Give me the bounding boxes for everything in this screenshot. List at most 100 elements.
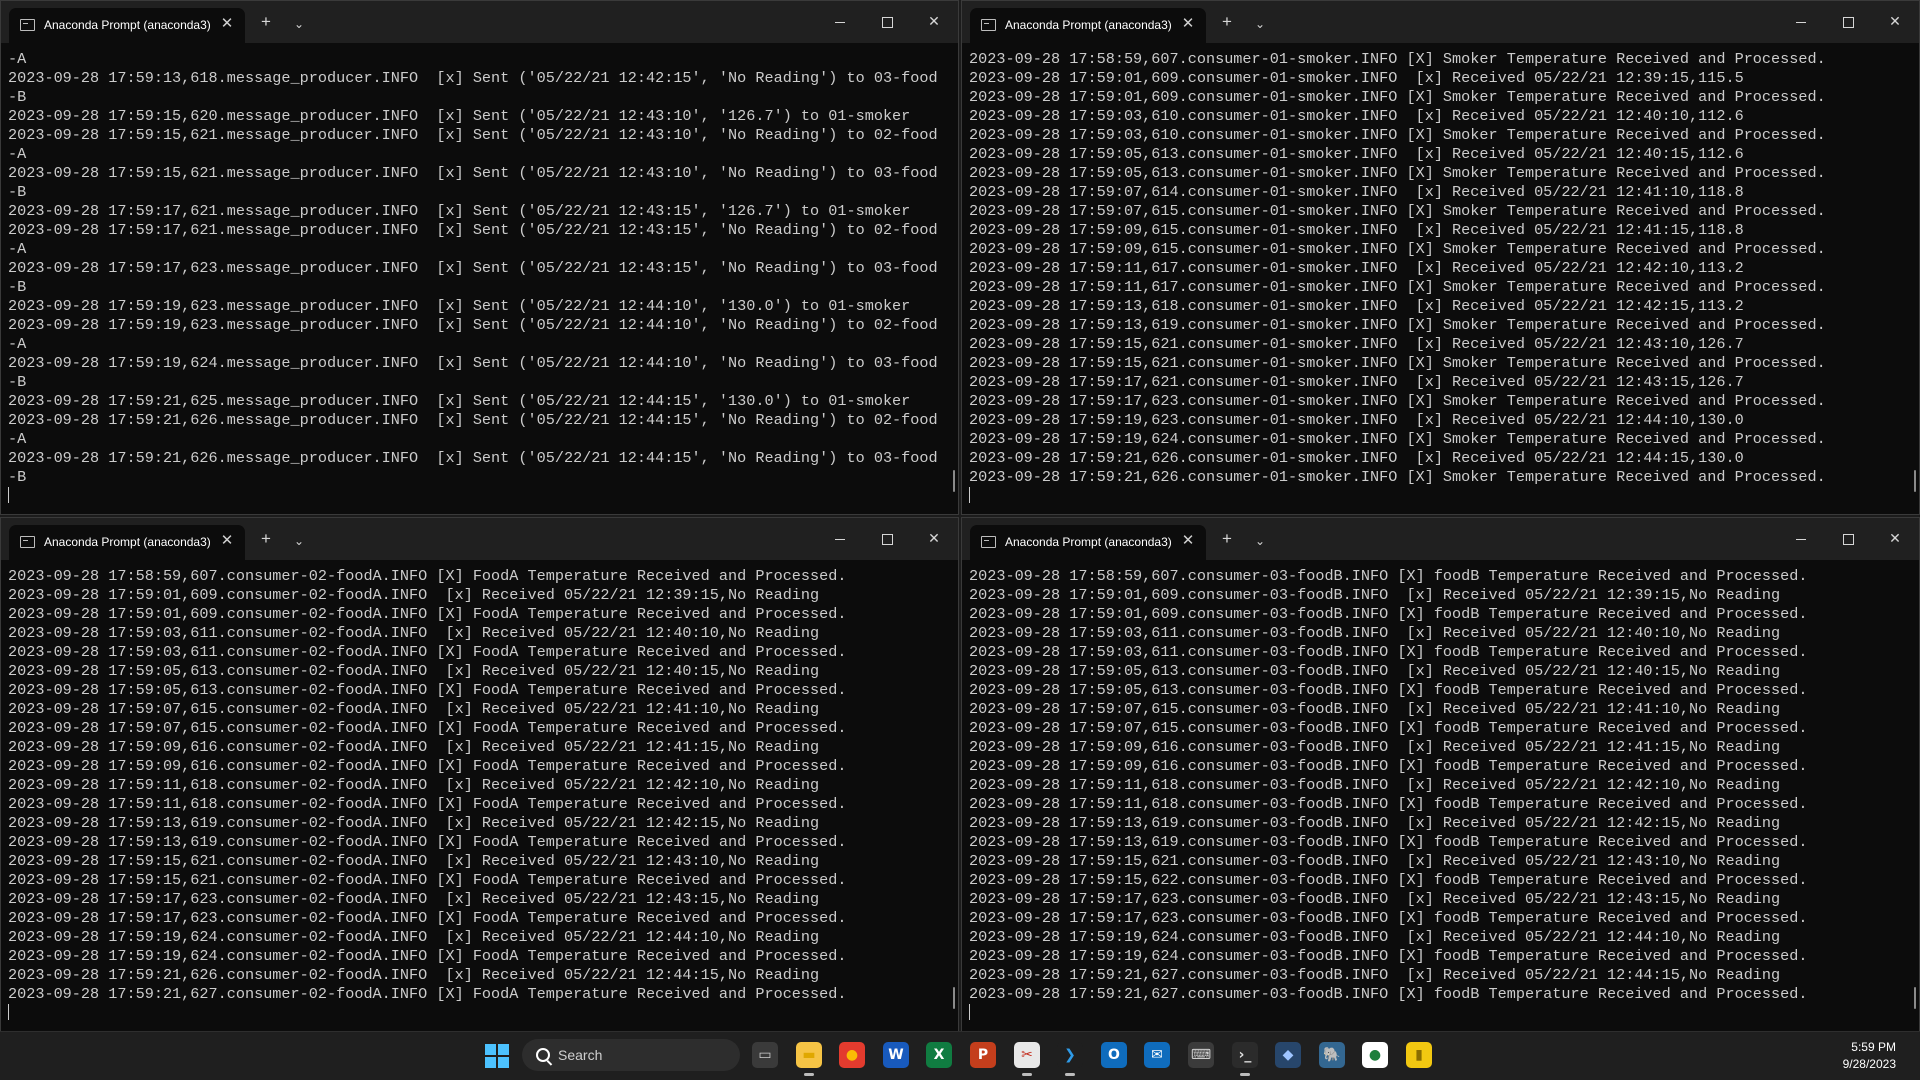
titlebar[interactable]: Anaconda Prompt (anaconda3) ✕ + ⌄ ✕ [1, 1, 958, 43]
minimize-button[interactable] [1783, 527, 1819, 549]
prompt-line [8, 487, 944, 506]
close-button[interactable]: ✕ [916, 10, 952, 32]
terminal-line: 2023-09-28 17:59:05,613.consumer-02-food… [8, 681, 847, 699]
terminal-line: 2023-09-28 17:59:01,609.consumer-03-food… [969, 605, 1808, 623]
terminal-line: 2023-09-28 17:59:15,621.message_producer… [8, 126, 938, 144]
terminal-line: 2023-09-28 17:59:09,615.consumer-01-smok… [969, 221, 1744, 239]
scrollbar[interactable] [949, 49, 955, 514]
terminal-line: 2023-09-28 17:59:19,624.consumer-02-food… [8, 947, 847, 965]
terminal-line: 2023-09-28 17:59:07,614.consumer-01-smok… [969, 183, 1744, 201]
tab-close-icon[interactable]: ✕ [1180, 532, 1196, 550]
network-icon[interactable]: ◆ [1275, 1042, 1301, 1068]
terminal-line: 2023-09-28 17:59:13,619.consumer-02-food… [8, 814, 820, 832]
terminal-line: -A [8, 430, 27, 448]
chevron-down-icon[interactable]: ⌄ [1249, 531, 1271, 551]
terminal-tab[interactable]: Anaconda Prompt (anaconda3) ✕ [970, 8, 1206, 43]
terminal-line: 2023-09-28 17:59:03,611.consumer-03-food… [969, 624, 1781, 642]
terminal-line: -A [8, 240, 27, 258]
terminal-window-smoker: Anaconda Prompt (anaconda3) ✕ + ⌄ ✕ 2023… [961, 0, 1920, 515]
terminal-tab[interactable]: Anaconda Prompt (anaconda3) ✕ [9, 525, 245, 560]
outlook-icon[interactable]: O [1101, 1042, 1127, 1068]
scrollbar-thumb[interactable] [953, 470, 955, 492]
maximize-button[interactable] [869, 527, 905, 549]
terminal-output[interactable]: -A 2023-09-28 17:59:13,618.message_produc… [8, 50, 944, 514]
close-button[interactable]: ✕ [916, 527, 952, 549]
maximize-button[interactable] [1830, 527, 1866, 549]
new-tab-icon[interactable]: + [255, 12, 277, 32]
close-button[interactable]: ✕ [1877, 527, 1913, 549]
scrollbar[interactable] [1910, 566, 1916, 1031]
terminal-tab[interactable]: Anaconda Prompt (anaconda3) ✕ [970, 525, 1206, 560]
terminal-line: 2023-09-28 17:59:05,613.consumer-02-food… [8, 662, 820, 680]
minimize-button[interactable] [1783, 10, 1819, 32]
terminal-line: 2023-09-28 17:59:07,615.consumer-03-food… [969, 719, 1808, 737]
minimize-button[interactable] [822, 527, 858, 549]
terminal-line: 2023-09-28 17:59:09,615.consumer-01-smok… [969, 240, 1826, 258]
excel-icon[interactable]: X [926, 1042, 952, 1068]
keyboard-icon[interactable]: ⌨ [1188, 1042, 1214, 1068]
terminal-line: 2023-09-28 17:59:17,623.consumer-02-food… [8, 909, 847, 927]
terminal-line: 2023-09-28 17:59:07,615.consumer-02-food… [8, 719, 847, 737]
powerpoint-icon[interactable]: P [970, 1042, 996, 1068]
file-explorer-icon[interactable]: ▬ [796, 1042, 822, 1076]
terminal-output[interactable]: 2023-09-28 17:58:59,607.consumer-02-food… [8, 567, 944, 1031]
terminal-line: 2023-09-28 17:59:21,626.consumer-01-smok… [969, 468, 1826, 486]
tab-close-icon[interactable]: ✕ [219, 15, 235, 33]
minimize-button[interactable] [822, 10, 858, 32]
new-tab-icon[interactable]: + [255, 529, 277, 549]
mail-icon[interactable]: ✉ [1144, 1042, 1170, 1068]
terminal-icon[interactable]: ›_ [1232, 1042, 1258, 1076]
tab-close-icon[interactable]: ✕ [1180, 15, 1196, 33]
scrollbar[interactable] [1910, 49, 1916, 514]
terminal-line: 2023-09-28 17:59:19,623.consumer-01-smok… [969, 411, 1744, 429]
terminal-icon [981, 19, 996, 31]
close-button[interactable]: ✕ [1877, 10, 1913, 32]
scrollbar[interactable] [949, 566, 955, 1031]
power-bi-icon[interactable]: ▮ [1406, 1042, 1432, 1068]
terminal-line: 2023-09-28 17:59:03,610.consumer-01-smok… [969, 126, 1826, 144]
terminal-line: 2023-09-28 17:59:03,611.consumer-02-food… [8, 624, 820, 642]
postgres-icon[interactable]: 🐘 [1319, 1042, 1345, 1068]
system-clock[interactable]: 5:59 PM 9/28/2023 [1843, 1039, 1896, 1073]
terminal-line: 2023-09-28 17:59:07,615.consumer-02-food… [8, 700, 820, 718]
scrollbar-thumb[interactable] [953, 987, 955, 1009]
titlebar[interactable]: Anaconda Prompt (anaconda3) ✕ + ⌄ ✕ [1, 518, 958, 560]
terminal-line: 2023-09-28 17:59:01,609.consumer-02-food… [8, 605, 847, 623]
terminal-line: 2023-09-28 17:59:15,620.message_producer… [8, 107, 911, 125]
terminal-line: 2023-09-28 17:59:11,618.consumer-03-food… [969, 776, 1781, 794]
terminal-icon [20, 536, 35, 548]
terminal-line: 2023-09-28 17:59:09,616.consumer-03-food… [969, 738, 1781, 756]
terminal-output[interactable]: 2023-09-28 17:58:59,607.consumer-03-food… [969, 567, 1905, 1031]
chevron-down-icon[interactable]: ⌄ [288, 14, 310, 34]
scrollbar-thumb[interactable] [1914, 470, 1916, 492]
terminal-tab[interactable]: Anaconda Prompt (anaconda3) ✕ [9, 8, 245, 43]
word-icon[interactable]: W [883, 1042, 909, 1068]
terminal-line: -B [8, 183, 27, 201]
app-icon[interactable]: ● [1362, 1042, 1388, 1068]
terminal-output[interactable]: 2023-09-28 17:58:59,607.consumer-01-smok… [969, 50, 1905, 514]
scrollbar-thumb[interactable] [1914, 987, 1916, 1009]
snipping-tool-icon[interactable]: ✂ [1014, 1042, 1040, 1076]
chrome-icon[interactable]: ● [839, 1042, 865, 1068]
tab-close-icon[interactable]: ✕ [219, 532, 235, 550]
task-view-icon[interactable]: ▭ [752, 1042, 778, 1068]
maximize-button[interactable] [1830, 10, 1866, 32]
terminal-line: 2023-09-28 17:59:19,624.consumer-01-smok… [969, 430, 1826, 448]
titlebar[interactable]: Anaconda Prompt (anaconda3) ✕ + ⌄ ✕ [962, 1, 1919, 43]
clock-date: 9/28/2023 [1842, 1057, 1896, 1071]
terminal-line: 2023-09-28 17:59:17,621.consumer-01-smok… [969, 373, 1744, 391]
new-tab-icon[interactable]: + [1216, 12, 1238, 32]
search-label: Search [558, 1047, 603, 1063]
chevron-down-icon[interactable]: ⌄ [1249, 14, 1271, 34]
windows-start-icon[interactable] [485, 1044, 509, 1068]
terminal-line: 2023-09-28 17:58:59,607.consumer-01-smok… [969, 50, 1826, 68]
terminal-line: -A [8, 335, 27, 353]
titlebar[interactable]: Anaconda Prompt (anaconda3) ✕ + ⌄ ✕ [962, 518, 1919, 560]
vscode-icon[interactable]: ❯ [1057, 1042, 1083, 1076]
terminal-line: 2023-09-28 17:59:17,623.consumer-01-smok… [969, 392, 1826, 410]
new-tab-icon[interactable]: + [1216, 529, 1238, 549]
maximize-button[interactable] [869, 10, 905, 32]
taskbar-search[interactable]: Search [522, 1039, 740, 1071]
chevron-down-icon[interactable]: ⌄ [288, 531, 310, 551]
terminal-line: 2023-09-28 17:59:09,616.consumer-02-food… [8, 757, 847, 775]
